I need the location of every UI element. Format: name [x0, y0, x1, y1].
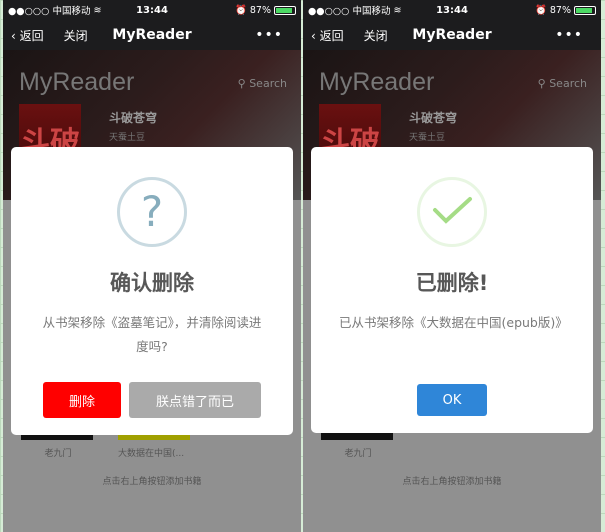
book-author: 天蚕土豆	[409, 133, 446, 143]
search-label: Search	[249, 77, 287, 90]
brand-logo: MyReader	[319, 68, 435, 96]
shelf-book-title: 老九门	[344, 449, 372, 459]
status-bar: ●●○○○ 中国移动 ≋ 13:44 ⏰ 87%	[303, 0, 601, 20]
shelf-book-title: 老九门	[44, 449, 72, 459]
add-book-hint: 点击右上角按钮添加书籍	[402, 477, 502, 487]
search-icon: ⚲	[237, 77, 250, 90]
search-button[interactable]: ⚲ Search	[538, 77, 587, 90]
more-icon[interactable]: •••	[555, 27, 583, 43]
search-button[interactable]: ⚲ Search	[238, 77, 287, 90]
ok-button[interactable]: OK	[417, 384, 487, 416]
close-button[interactable]: 关闭	[64, 27, 88, 44]
back-label: 返回	[319, 28, 344, 43]
phone-deleted: ●●○○○ 中国移动 ≋ 13:44 ⏰ 87% ‹ 返回 关闭 MyReader…	[303, 0, 601, 532]
search-icon: ⚲	[537, 77, 550, 90]
check-icon	[417, 177, 487, 247]
nav-bar: ‹ 返回 关闭 MyReader •••	[303, 20, 601, 50]
question-icon: ?	[117, 177, 187, 247]
status-bar: ●●○○○ 中国移动 ≋ 13:44 ⏰ 87%	[3, 0, 301, 20]
back-button[interactable]: ‹ 返回	[11, 27, 54, 44]
book-title: 斗破苍穹	[409, 111, 458, 125]
dialog-title: 确认删除	[110, 271, 194, 295]
delete-button[interactable]: 删除	[43, 382, 121, 418]
book-title: 斗破苍穹	[109, 111, 158, 125]
brand-logo: MyReader	[19, 68, 135, 96]
dialog-text: 已从书架移除《大数据在中国(epub版)》	[339, 315, 568, 330]
add-book-hint: 点击右上角按钮添加书籍	[102, 477, 202, 487]
dialog-text: 从书架移除《盗墓笔记》，并清除阅读进度吗?	[42, 315, 262, 354]
book-author: 天蚕土豆	[109, 133, 146, 143]
search-label: Search	[549, 77, 587, 90]
nav-bar: ‹ 返回 关闭 MyReader •••	[3, 20, 301, 50]
back-label: 返回	[19, 28, 44, 43]
close-button[interactable]: 关闭	[364, 27, 388, 44]
clock: 13:44	[436, 4, 468, 16]
phone-confirm: ●●○○○ 中国移动 ≋ 13:44 ⏰ 87% ‹ 返回 关闭 MyReader…	[3, 0, 301, 532]
dialog-title: 已删除!	[415, 271, 489, 295]
back-button[interactable]: ‹ 返回	[311, 27, 354, 44]
clock: 13:44	[136, 4, 168, 16]
cancel-button[interactable]: 朕点错了而已	[129, 382, 261, 418]
confirm-dialog: ? 确认删除 从书架移除《盗墓笔记》，并清除阅读进度吗? 删除 朕点错了而已	[11, 147, 293, 435]
shelf-book-title: 大数据在中国(...	[118, 449, 185, 459]
more-icon[interactable]: •••	[255, 27, 283, 43]
success-dialog: 已删除! 已从书架移除《大数据在中国(epub版)》 OK	[311, 147, 593, 433]
